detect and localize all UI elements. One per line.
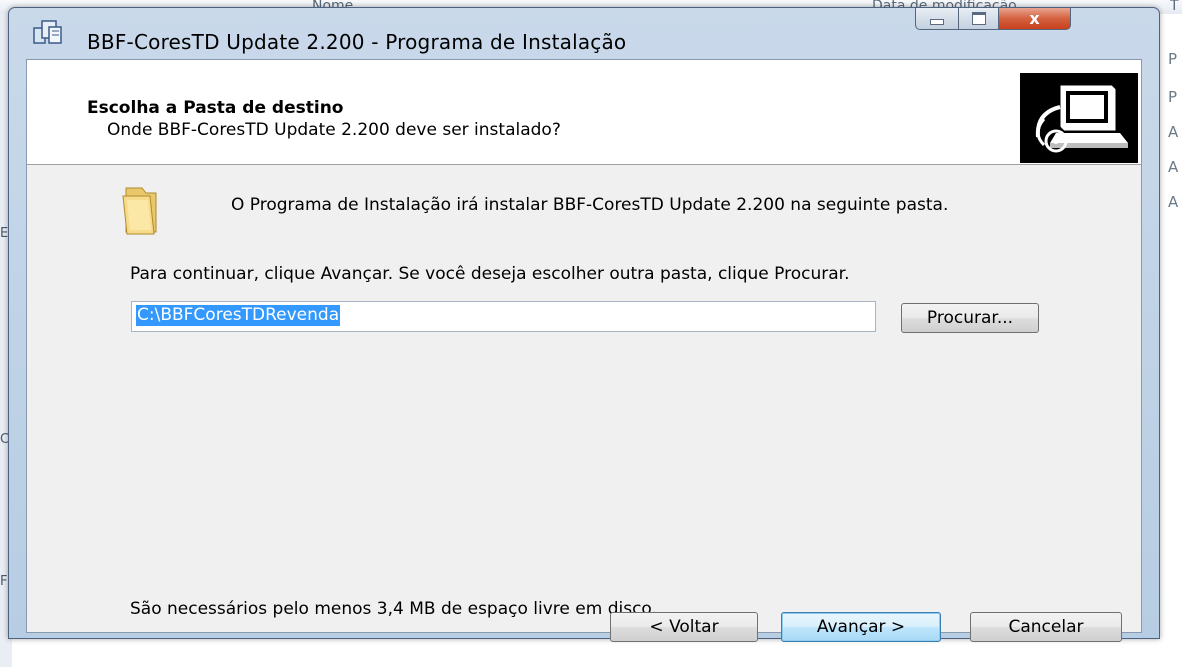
wizard-client-area: Escolha a Pasta de destino Onde BBF-Core… — [26, 59, 1142, 633]
page-title: Escolha a Pasta de destino — [87, 98, 344, 118]
installer-app-icon — [33, 20, 62, 44]
background-right-mark: A — [1168, 123, 1179, 141]
close-icon: x — [1029, 9, 1040, 28]
screen: Nome Data de modificação T E C F P P A A… — [0, 0, 1182, 667]
background-right-mark: A — [1168, 158, 1179, 176]
minimize-icon — [930, 18, 944, 25]
back-button[interactable]: < Voltar — [610, 612, 758, 642]
instruction-text: Para continuar, clique Avançar. Se você … — [130, 264, 850, 284]
destination-path-value: C:\BBFCoresTDRevenda — [136, 305, 341, 326]
close-button[interactable]: x — [999, 8, 1071, 30]
background-right-strip — [1160, 14, 1182, 667]
maximize-icon — [971, 12, 986, 25]
caption-buttons: x — [915, 8, 1071, 32]
background-col-extra[interactable]: T — [1170, 0, 1179, 14]
intro-text: O Programa de Instalação irá instalar BB… — [231, 195, 949, 215]
window-title: BBF-CoresTD Update 2.200 - Programa de I… — [87, 30, 627, 54]
computer-install-icon — [1020, 73, 1138, 163]
wizard-header-panel: Escolha a Pasta de destino Onde BBF-Core… — [27, 60, 1141, 165]
destination-path-input[interactable]: C:\BBFCoresTDRevenda — [131, 301, 876, 332]
browse-button[interactable]: Procurar... — [901, 303, 1039, 333]
folder-icon — [122, 187, 157, 235]
disk-space-text: São necessários pelo menos 3,4 MB de esp… — [130, 599, 657, 619]
background-right-mark: P — [1168, 88, 1178, 106]
next-button[interactable]: Avançar > — [781, 612, 941, 642]
title-bar[interactable]: BBF-CoresTD Update 2.200 - Programa de I… — [9, 8, 1159, 54]
background-right-mark: P — [1168, 50, 1178, 68]
maximize-button[interactable] — [959, 8, 999, 30]
installer-window: BBF-CoresTD Update 2.200 - Programa de I… — [8, 7, 1160, 642]
cancel-button[interactable]: Cancelar — [970, 612, 1122, 642]
page-subtitle: Onde BBF-CoresTD Update 2.200 deve ser i… — [107, 120, 561, 140]
background-right-mark: A — [1168, 193, 1179, 211]
minimize-button[interactable] — [915, 8, 959, 30]
